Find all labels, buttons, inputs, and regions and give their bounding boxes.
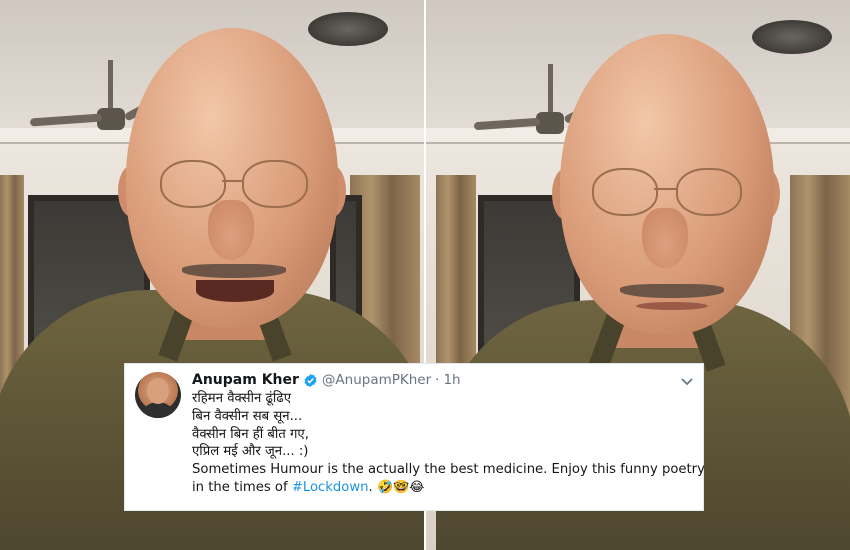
tweet-content: Anupam Kher @AnupamPKher · 1h रहिमन वैक्…: [192, 370, 705, 497]
glasses: [160, 160, 226, 208]
ceiling-light: [752, 20, 832, 54]
tweet-line: वैक्सीन बिन हीं बीत गए,: [192, 426, 309, 442]
nose: [208, 200, 254, 260]
fan-rod: [108, 60, 113, 115]
chevron-down-icon[interactable]: [679, 374, 695, 388]
tweet-card[interactable]: Anupam Kher @AnupamPKher · 1h रहिमन वैक्…: [124, 363, 705, 511]
ceiling-light: [308, 12, 388, 46]
tweet-line-last: in the times of #Lockdown. 🤣🤓😂: [192, 479, 695, 497]
verified-badge-icon: [303, 373, 318, 388]
mustache: [620, 284, 724, 298]
ceiling-fan: [536, 112, 564, 134]
author-handle[interactable]: @AnupamPKher: [322, 372, 431, 388]
tweet-header: Anupam Kher @AnupamPKher · 1h: [192, 370, 695, 390]
tweet-line: एप्रिल मई और जून... :): [192, 444, 309, 460]
mustache: [182, 264, 286, 278]
nose: [642, 208, 688, 268]
glasses-bridge: [222, 180, 242, 182]
tweet-timestamp[interactable]: 1h: [443, 372, 460, 388]
mouth: [636, 302, 708, 310]
tweet-line: बिन वैक्सीन सब सून...: [192, 408, 303, 424]
glasses: [676, 168, 742, 216]
tweet-line: रहिमन वैक्सीन ढूंढिए: [192, 391, 292, 406]
avatar-suit: [139, 402, 177, 418]
avatar-head: [147, 378, 169, 404]
hashtag-link[interactable]: #Lockdown: [292, 480, 369, 495]
glasses: [592, 168, 658, 216]
user-avatar[interactable]: [135, 372, 181, 418]
tweet-text: .: [368, 479, 373, 495]
fan-rod: [548, 64, 553, 119]
glasses-bridge: [654, 188, 676, 190]
tweet-line: Sometimes Humour is the actually the bes…: [192, 462, 705, 478]
separator-dot: ·: [435, 372, 440, 388]
emoji-group: 🤣🤓😂: [376, 479, 425, 495]
author-name[interactable]: Anupam Kher: [192, 372, 299, 388]
glasses: [242, 160, 308, 208]
mouth: [196, 280, 274, 302]
tweet-text: in the times of: [192, 479, 292, 495]
